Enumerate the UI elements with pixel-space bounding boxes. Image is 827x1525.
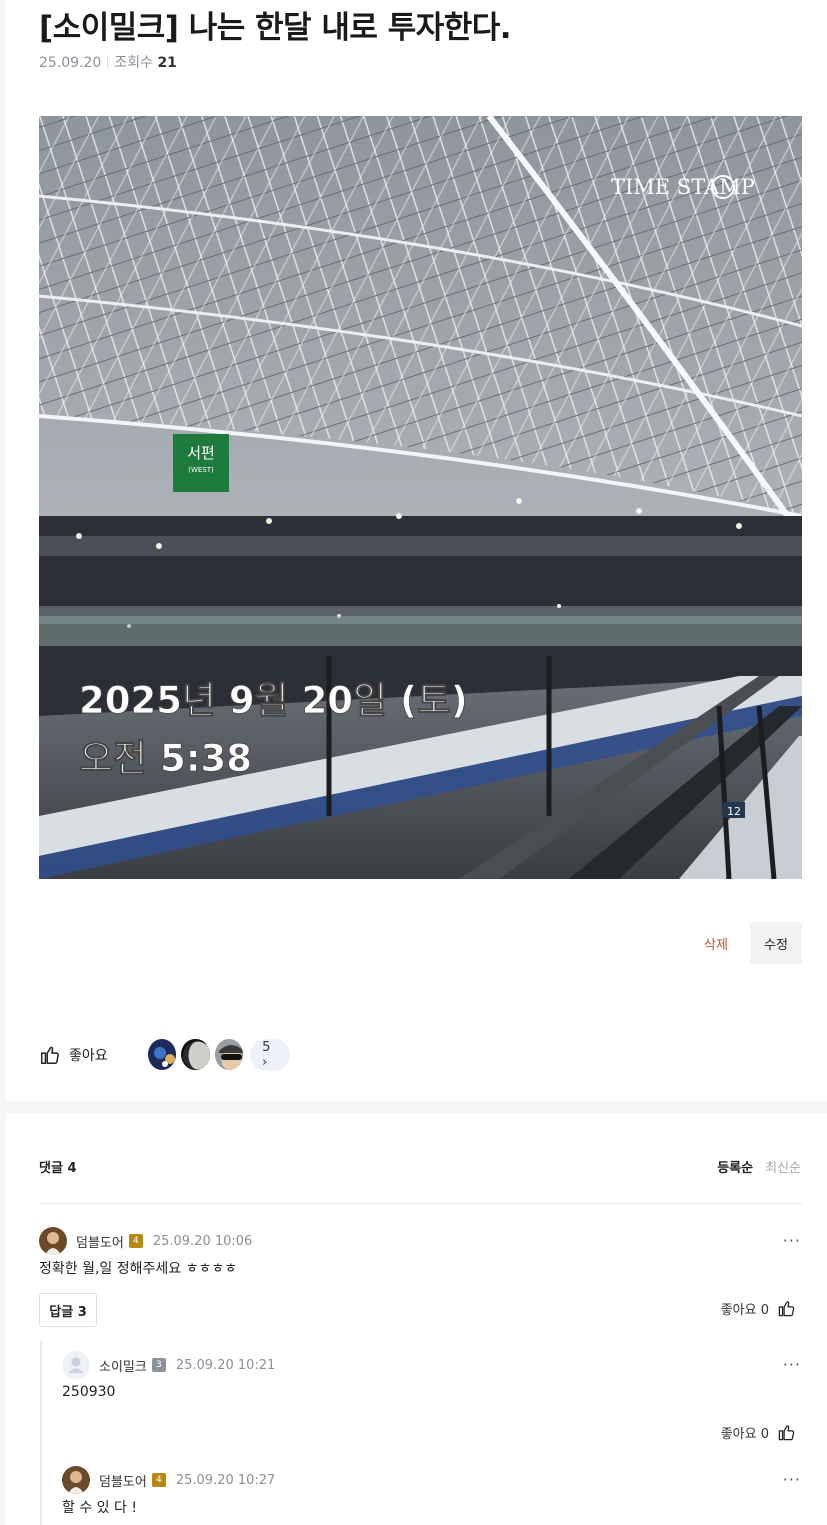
post-like-row: 좋아요 5 › xyxy=(39,1038,291,1072)
reply-thread-line xyxy=(40,1341,42,1525)
comment-author[interactable]: 덤블도어 xyxy=(76,1232,124,1251)
thumbs-up-icon xyxy=(41,1046,59,1064)
station-sign-text: 서편 xyxy=(187,444,215,462)
meta-divider xyxy=(107,57,109,68)
comment-text: 250930 xyxy=(62,1384,116,1400)
avatar[interactable] xyxy=(213,1038,245,1071)
avatar[interactable] xyxy=(62,1466,90,1494)
avatar[interactable] xyxy=(62,1351,90,1379)
comments-section: 댓글 4 등록순 최신순 덤블도어 4 25.09.20 10:06 정확한 월… xyxy=(6,1113,827,1525)
reply-comment: 소이밀크 3 25.09.20 10:21 250930 xyxy=(62,1351,275,1400)
comment-like-label: 좋아요 0 xyxy=(720,1427,769,1442)
station-photo-illustration: 서편 (WEST) TIME STAMP 2025년 9월 20일 (토) 오전… xyxy=(39,116,802,879)
avatar[interactable] xyxy=(39,1227,67,1255)
level-badge: 3 xyxy=(151,1358,166,1372)
avatar[interactable] xyxy=(147,1038,178,1071)
like-count-button[interactable]: 5 › xyxy=(250,1038,291,1071)
edit-button[interactable]: 수정 xyxy=(750,922,802,964)
reply-toggle-button[interactable]: 답글 3 xyxy=(39,1293,97,1327)
post-date: 25.09.20 xyxy=(39,55,102,71)
comment-more-button[interactable]: ··· xyxy=(783,1231,801,1250)
comment-time: 25.09.20 10:06 xyxy=(152,1233,253,1249)
comment-sort: 등록순 최신순 xyxy=(717,1157,801,1176)
comment-time: 25.09.20 10:27 xyxy=(175,1472,276,1488)
station-sign-sub: (WEST) xyxy=(188,466,214,474)
comment-like-button[interactable]: 좋아요 0 xyxy=(721,1299,796,1318)
divider xyxy=(39,1203,802,1204)
comment-more-button[interactable]: ··· xyxy=(783,1355,801,1374)
comment-like-label: 좋아요 0 xyxy=(720,1303,769,1318)
views-label: 조회수 xyxy=(114,55,153,71)
photo-stamp-time: 오전 5:38 xyxy=(79,737,252,780)
comment-more-button[interactable]: ··· xyxy=(783,1470,801,1489)
photo-stamp-date: 2025년 9월 20일 (토) xyxy=(79,679,468,722)
comments-count: 댓글 4 xyxy=(39,1161,77,1176)
sort-registered-tab[interactable]: 등록순 xyxy=(717,1157,753,1176)
comment-header: 소이밀크 3 25.09.20 10:21 xyxy=(62,1351,275,1379)
sort-latest-tab[interactable]: 최신순 xyxy=(765,1157,801,1176)
post-meta: 25.09.20 조회수 21 xyxy=(39,52,177,72)
reply-comment: 덤블도어 4 25.09.20 10:27 할 수 있 다 ! xyxy=(62,1466,275,1517)
comment-time: 25.09.20 10:21 xyxy=(175,1357,276,1373)
thumbs-up-icon xyxy=(778,1301,795,1317)
post-like-button[interactable]: 좋아요 xyxy=(39,1044,108,1066)
comment-author[interactable]: 소이밀크 xyxy=(99,1356,147,1375)
comment-text: 정확한 월,일 정해주세요 ㅎㅎㅎㅎ xyxy=(39,1261,238,1277)
level-badge: 4 xyxy=(151,1473,166,1487)
views-count: 21 xyxy=(157,55,177,71)
comment-author[interactable]: 덤블도어 xyxy=(99,1471,147,1490)
avatar[interactable] xyxy=(180,1038,211,1071)
comment: 덤블도어 4 25.09.20 10:06 정확한 월,일 정해주세요 ㅎㅎㅎㅎ xyxy=(39,1227,252,1278)
comment-header: 덤블도어 4 25.09.20 10:27 xyxy=(62,1466,275,1494)
post-article: [소이밀크] 나는 한달 내로 투자한다. 25.09.20 조회수 21 서편… xyxy=(6,0,827,1101)
station-sign xyxy=(173,434,229,492)
level-badge: 4 xyxy=(128,1234,143,1248)
comment-header: 덤블도어 4 25.09.20 10:06 xyxy=(39,1227,252,1255)
liked-users[interactable]: 5 › xyxy=(147,1038,291,1071)
post-photo[interactable]: 서편 (WEST) TIME STAMP 2025년 9월 20일 (토) 오전… xyxy=(39,116,802,879)
post-like-label: 좋아요 xyxy=(69,1048,108,1064)
thumbs-up-icon xyxy=(778,1425,795,1441)
comment-like-button[interactable]: 좋아요 0 xyxy=(721,1423,796,1442)
delete-button[interactable]: 삭제 xyxy=(690,922,742,964)
page: [소이밀크] 나는 한달 내로 투자한다. 25.09.20 조회수 21 서편… xyxy=(0,0,827,1525)
comment-text: 할 수 있 다 ! xyxy=(62,1500,137,1516)
post-title: [소이밀크] 나는 한달 내로 투자한다. xyxy=(39,10,512,46)
platform-number: 12 xyxy=(727,805,741,818)
